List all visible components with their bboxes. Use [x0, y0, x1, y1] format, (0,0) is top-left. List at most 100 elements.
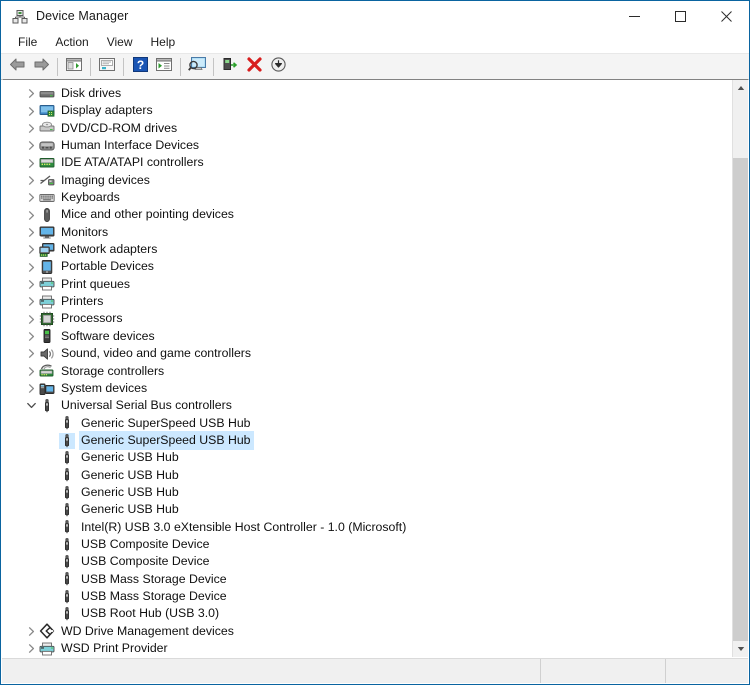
menu-help[interactable]: Help	[142, 34, 185, 51]
tree-row[interactable]: Monitors	[3, 224, 732, 241]
tree-row[interactable]: Keyboards	[3, 189, 732, 206]
chevron-down-icon[interactable]	[23, 398, 39, 414]
tree-row[interactable]: WSD Print Provider	[3, 640, 732, 657]
usb-device-icon	[59, 606, 75, 622]
tree-row[interactable]: Mice and other pointing devices	[3, 206, 732, 223]
chevron-right-icon[interactable]	[23, 207, 39, 223]
chevron-right-icon[interactable]	[23, 328, 39, 344]
chevron-right-icon[interactable]	[23, 172, 39, 188]
status-text-main	[2, 659, 540, 669]
update-driver-button[interactable]	[152, 55, 176, 78]
usb-device-icon	[59, 519, 75, 535]
chevron-right-icon[interactable]	[23, 103, 39, 119]
tree-row[interactable]: Generic SuperSpeed USB Hub	[3, 430, 732, 451]
tree-row-label: WD Drive Management devices	[61, 623, 234, 638]
chevron-right-icon[interactable]	[23, 259, 39, 275]
scrollbar-down-button[interactable]	[733, 641, 748, 657]
tree-row[interactable]: USB Root Hub (USB 3.0)	[3, 605, 732, 622]
close-button[interactable]	[703, 1, 749, 32]
chevron-right-icon[interactable]	[23, 311, 39, 327]
toolbar-separator	[213, 57, 214, 76]
tree-row[interactable]: Generic USB Hub	[3, 501, 732, 518]
printer-icon	[39, 276, 55, 292]
menu-action[interactable]: Action	[46, 34, 97, 51]
tree-row[interactable]: Generic USB Hub	[3, 484, 732, 501]
chevron-right-icon[interactable]	[23, 623, 39, 639]
chevron-right-icon[interactable]	[23, 155, 39, 171]
scrollbar-thumb[interactable]	[733, 158, 748, 648]
network-adapter-icon	[39, 242, 55, 258]
storage-controller-icon	[39, 363, 55, 379]
tree-row[interactable]: Display adapters	[3, 102, 732, 119]
tree-row[interactable]: Generic USB Hub	[3, 449, 732, 466]
tree-row-label: Generic USB Hub	[81, 502, 179, 517]
chevron-right-icon[interactable]	[23, 86, 39, 102]
enable-device-button[interactable]	[218, 55, 242, 78]
tree-row-label: Print queues	[61, 276, 131, 291]
chevron-right-icon[interactable]	[23, 294, 39, 310]
chevron-right-icon[interactable]	[23, 120, 39, 136]
chevron-right-icon[interactable]	[23, 224, 39, 240]
minimize-button[interactable]	[611, 1, 657, 32]
device-tree[interactable]: Disk drives Display adapters DVD/CD-ROM dr…	[3, 83, 732, 657]
tree-row[interactable]: Printers	[3, 293, 732, 310]
chevron-right-icon[interactable]	[23, 363, 39, 379]
tree-row[interactable]: USB Composite Device	[3, 536, 732, 553]
chevron-right-icon[interactable]	[23, 346, 39, 362]
tree-row[interactable]: Intel(R) USB 3.0 eXtensible Host Control…	[3, 519, 732, 536]
tree-row-label: Display adapters	[61, 103, 153, 118]
uninstall-device-button[interactable]	[242, 55, 266, 78]
tree-row[interactable]: Universal Serial Bus controllers	[3, 397, 732, 414]
tree-row[interactable]: Generic USB Hub	[3, 467, 732, 484]
tree-row[interactable]: Print queues	[3, 276, 732, 293]
tree-row[interactable]: WD Drive Management devices	[3, 623, 732, 640]
tree-row[interactable]: Imaging devices	[3, 172, 732, 189]
portable-device-icon	[39, 259, 55, 275]
tree-row[interactable]: Software devices	[3, 328, 732, 345]
toolbar: ?	[1, 54, 749, 80]
tree-row[interactable]: Human Interface Devices	[3, 137, 732, 154]
vertical-scrollbar[interactable]	[732, 80, 748, 657]
window-title: Device Manager	[36, 9, 129, 24]
tree-row[interactable]: USB Mass Storage Device	[3, 588, 732, 605]
menu-view[interactable]: View	[98, 34, 142, 51]
tree-row[interactable]: USB Composite Device	[3, 553, 732, 570]
tree-row[interactable]: Processors	[3, 310, 732, 327]
properties-icon	[99, 57, 115, 77]
scrollbar-up-button[interactable]	[733, 80, 748, 96]
chevron-right-icon[interactable]	[23, 138, 39, 154]
status-segment-tertiary	[666, 659, 748, 683]
chevron-right-icon[interactable]	[23, 381, 39, 397]
chevron-right-icon[interactable]	[23, 190, 39, 206]
scan-for-hardware-changes-button[interactable]	[185, 55, 209, 78]
tree-row-label: DVD/CD-ROM drives	[61, 120, 178, 135]
chevron-right-icon[interactable]	[23, 242, 39, 258]
properties-button[interactable]	[95, 55, 119, 78]
forward-button[interactable]	[29, 55, 53, 78]
tree-row[interactable]: Portable Devices	[3, 258, 732, 275]
show-hide-console-tree-button[interactable]	[62, 55, 86, 78]
back-button[interactable]	[5, 55, 29, 78]
tree-row[interactable]: IDE ATA/ATAPI controllers	[3, 154, 732, 171]
help-button[interactable]: ?	[128, 55, 152, 78]
tree-row-label: Network adapters	[61, 242, 158, 257]
disable-device-button[interactable]	[266, 55, 290, 78]
tree-row[interactable]: USB Mass Storage Device	[3, 571, 732, 588]
menu-file[interactable]: File	[9, 34, 46, 51]
usb-device-icon	[59, 589, 75, 605]
tree-row[interactable]: DVD/CD-ROM drives	[3, 120, 732, 137]
tree-row[interactable]: Network adapters	[3, 241, 732, 258]
printer-icon	[39, 294, 55, 310]
chevron-right-icon[interactable]	[23, 641, 39, 657]
usb-device-icon	[59, 502, 75, 518]
tree-row[interactable]: Disk drives	[3, 85, 732, 102]
tree-row[interactable]: Generic SuperSpeed USB Hub	[3, 415, 732, 432]
tree-row[interactable]: Storage controllers	[3, 363, 732, 380]
red-x-icon	[246, 56, 262, 77]
window-controls	[611, 1, 749, 32]
tree-row[interactable]: System devices	[3, 380, 732, 397]
chevron-right-icon[interactable]	[23, 276, 39, 292]
maximize-button[interactable]	[657, 1, 703, 32]
tree-row[interactable]: Sound, video and game controllers	[3, 345, 732, 362]
update-driver-icon	[156, 57, 172, 77]
